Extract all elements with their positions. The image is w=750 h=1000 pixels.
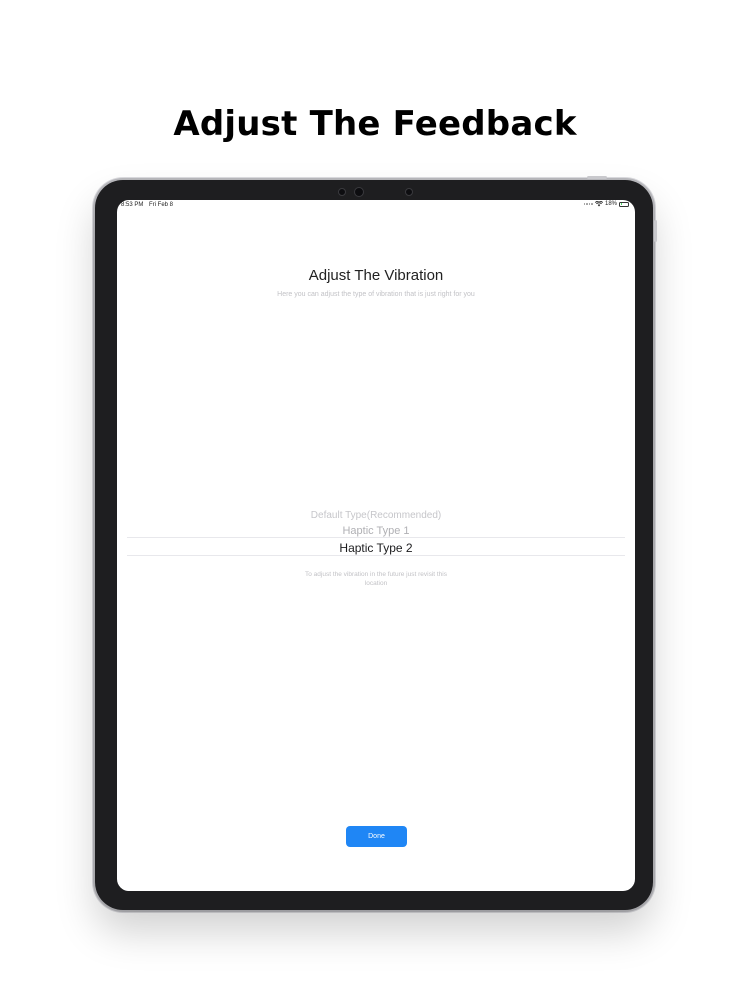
camera-sensor [354,187,364,197]
picker-selection-bottom-line [127,555,625,556]
picker-option-haptic-2[interactable]: Haptic Type 2 [117,541,635,555]
front-camera [338,188,346,196]
status-date: Fri Feb 8 [149,202,174,208]
marketing-headline: Adjust The Feedback [173,104,577,144]
picker-selection-top-line [127,537,625,538]
done-button[interactable]: Done [346,826,407,847]
revisit-hint: To adjust the vibration in the future ju… [305,571,447,587]
camera-sensor-right [405,188,413,196]
wifi-icon [594,201,603,207]
status-indicators: 18% [583,201,629,207]
volume-button [654,220,657,242]
app-screen: 8:53 PM Fri Feb 8 18% Adjust The Vibrati… [117,200,635,891]
ipad-device-frame: 8:53 PM Fri Feb 8 18% Adjust The Vibrati… [95,176,657,910]
picker-option-haptic-1[interactable]: Haptic Type 1 [117,525,635,537]
battery-percent: 18% [604,201,617,207]
battery-icon [619,201,629,207]
screen-subtitle: Here you can adjust the type of vibratio… [277,291,475,298]
status-bar: 8:53 PM Fri Feb 8 18% [117,200,635,214]
screen-title: Adjust The Vibration [308,267,444,284]
signal-dots-icon [583,203,593,205]
vibration-picker[interactable]: Default Type(Recommended) Haptic Type 1 … [117,506,635,566]
picker-option-default[interactable]: Default Type(Recommended) [117,510,635,521]
status-time: 8:53 PM [121,202,144,208]
top-button [587,176,607,179]
